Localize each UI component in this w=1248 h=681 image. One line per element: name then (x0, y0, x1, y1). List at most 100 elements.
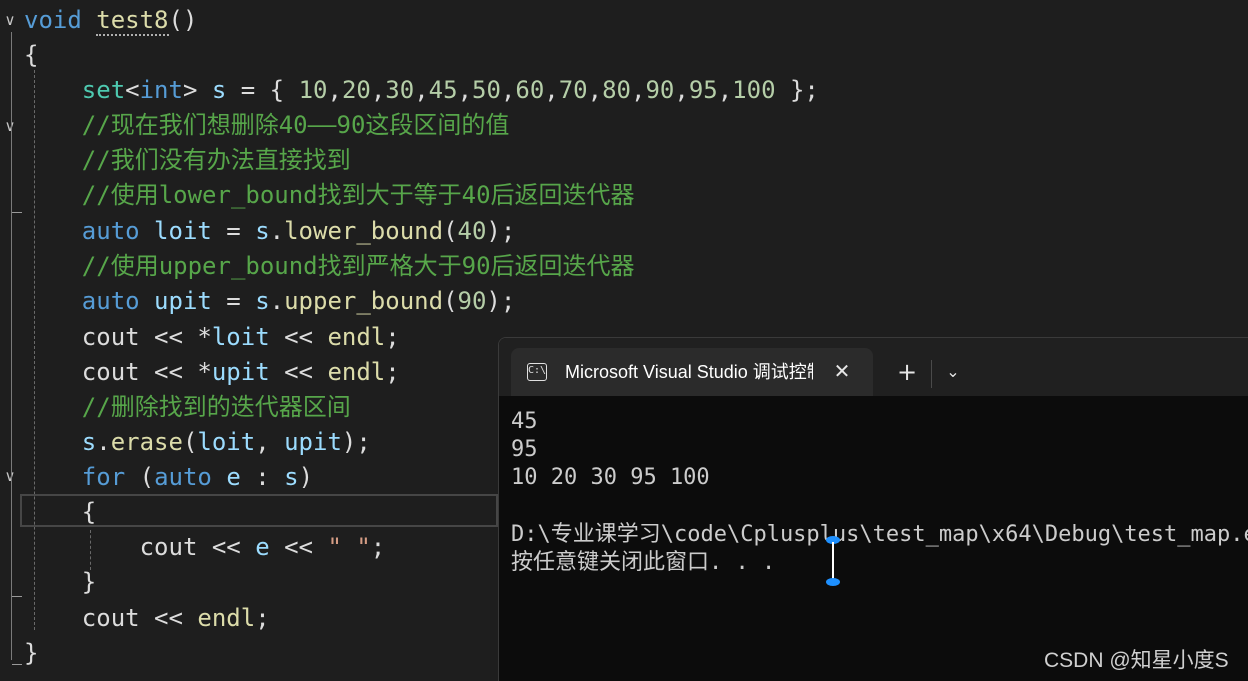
console-output-line: 按任意键关闭此窗口. . . (511, 550, 776, 575)
cursor-handle-bottom[interactable] (826, 578, 840, 586)
code-line[interactable]: //使用lower_bound找到大于等于40后返回迭代器 (24, 178, 635, 213)
outline-bracket (12, 596, 22, 597)
code-token: , (631, 76, 646, 104)
code-token: , (544, 76, 559, 104)
code-token: , (414, 76, 429, 104)
code-token: ( (443, 217, 458, 245)
code-line[interactable]: cout << endl; (24, 601, 270, 636)
console-output-line: 45 (511, 409, 538, 434)
code-token: 45 (428, 76, 458, 104)
code-token: loit (197, 428, 256, 456)
debug-console-window[interactable]: C:\ Microsoft Visual Studio 调试控制台 ✕ + ⌄ … (498, 337, 1248, 681)
close-icon[interactable]: ✕ (829, 358, 855, 384)
code-line[interactable]: //现在我们想删除40——90这段区间的值 (24, 108, 510, 143)
new-tab-button[interactable]: + (893, 358, 921, 386)
code-line[interactable]: //删除找到的迭代器区间 (24, 390, 351, 425)
code-token: << * (139, 358, 212, 386)
code-line[interactable]: { (24, 495, 96, 530)
watermark: CSDN @知星小度S (1044, 649, 1229, 672)
console-tab[interactable]: C:\ Microsoft Visual Studio 调试控制台 ✕ (511, 348, 873, 396)
code-token: loit (211, 323, 270, 351)
console-titlebar[interactable]: C:\ Microsoft Visual Studio 调试控制台 ✕ + ⌄ (499, 338, 1248, 396)
code-token: upper_bound (284, 287, 444, 315)
code-token: . (96, 428, 111, 456)
code-token: << * (139, 323, 212, 351)
code-token: , (717, 76, 733, 104)
code-line[interactable]: cout << *upit << endl; (24, 355, 400, 390)
code-token: . (269, 287, 285, 315)
code-token: endl (327, 323, 386, 351)
code-line[interactable]: cout << *loit << endl; (24, 320, 400, 355)
code-token: << (139, 604, 198, 632)
code-line[interactable]: set<int> s = { 10,20,30,45,50,60,70,80,9… (24, 73, 819, 108)
code-token: { (24, 498, 97, 526)
code-token: ( (125, 463, 155, 491)
code-token: ( (182, 428, 198, 456)
code-token: << (269, 358, 328, 386)
code-line[interactable]: { (24, 38, 38, 73)
code-line[interactable]: void test8() (24, 3, 197, 38)
code-token: cout (139, 533, 198, 561)
code-line[interactable]: //我们没有办法直接找到 (24, 143, 351, 178)
code-token: //使用lower_bound找到大于等于40后返回迭代器 (81, 181, 635, 209)
fold-chevron-icon[interactable]: ∨ (0, 466, 20, 486)
code-token: ) (298, 463, 314, 491)
code-token: test8 (96, 6, 169, 36)
code-token: 90 (457, 287, 487, 315)
code-token: cout (81, 323, 140, 351)
code-token: //使用upper_bound找到严格大于90后返回迭代器 (81, 252, 635, 280)
code-token: } (24, 568, 97, 596)
code-token: 90 (645, 76, 675, 104)
code-line[interactable]: } (24, 636, 38, 671)
code-line[interactable]: cout << e << " "; (24, 530, 386, 565)
code-token: 40 (457, 217, 487, 245)
code-token: e (226, 463, 241, 491)
code-token: ); (486, 217, 516, 245)
code-token: auto (81, 287, 140, 315)
terminal-icon: C:\ (527, 363, 547, 381)
fold-chevron-icon[interactable]: ∨ (0, 116, 20, 136)
code-token: //我们没有办法直接找到 (81, 146, 351, 174)
code-token: 80 (602, 76, 631, 104)
cursor-line (832, 542, 834, 582)
console-output-line: D:\专业课学习\code\Cplusplus\test_map\x64\Deb… (511, 522, 1248, 547)
code-line[interactable]: } (24, 565, 96, 600)
code-line[interactable]: auto loit = s.lower_bound(40); (24, 214, 516, 249)
chevron-down-icon[interactable]: ⌄ (939, 358, 967, 386)
code-token: ; (385, 323, 400, 351)
code-token: upit (154, 287, 212, 315)
code-token: s (255, 217, 270, 245)
titlebar-divider (931, 360, 932, 388)
code-token: endl (327, 358, 386, 386)
code-token: 100 (732, 76, 776, 104)
code-token: cout (81, 358, 140, 386)
code-token: 10 (298, 76, 328, 104)
code-line[interactable]: s.erase(loit, upit); (24, 425, 371, 460)
code-token: void (24, 6, 82, 34)
code-token: set (81, 76, 126, 104)
code-token: . (269, 217, 285, 245)
code-token: s (255, 287, 270, 315)
code-line[interactable]: for (auto e : s) (24, 460, 313, 495)
fold-chevron-icon[interactable]: ∨ (0, 10, 20, 30)
code-token: lower_bound (284, 217, 444, 245)
outline-bracket (12, 212, 22, 213)
code-token: erase (110, 428, 183, 456)
code-token: //现在我们想删除40——90这段区间的值 (81, 111, 510, 139)
code-line[interactable]: auto upit = s.upper_bound(90); (24, 284, 516, 319)
code-token: , (255, 428, 285, 456)
code-token: 70 (558, 76, 588, 104)
code-token: upit (284, 428, 342, 456)
code-line[interactable]: //使用upper_bound找到严格大于90后返回迭代器 (24, 249, 635, 284)
code-token: upit (211, 358, 270, 386)
